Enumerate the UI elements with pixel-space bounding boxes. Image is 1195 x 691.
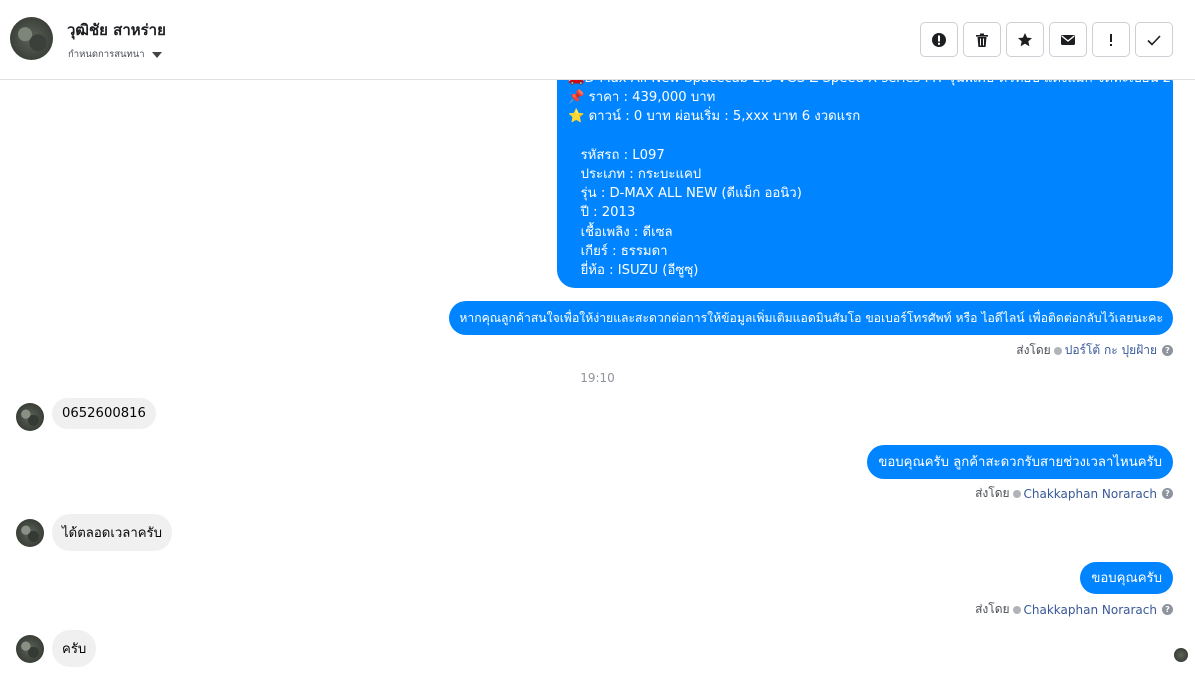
outgoing-message[interactable]: ขอบคุณครับ ลูกค้าสะดวกรับสายช่วงเวลาไหนค… xyxy=(867,445,1173,479)
trash-icon xyxy=(976,33,988,47)
listing-line: ⭐ ดาวน์ : 0 บาท ผ่อนเริ่ม : 5,xxx บาท 6 … xyxy=(568,109,861,125)
done-button[interactable] xyxy=(1135,22,1173,57)
contact-name[interactable]: วุฒิชัย สาหร่าย xyxy=(67,18,166,42)
listing-line: 🚗D-Max All New Spacecab 2.5 VGS Z Speed … xyxy=(568,80,1173,88)
conversation-header: วุฒิชัย สาหร่าย กำหนดการสนทนา xyxy=(0,0,1195,80)
request-contact-message[interactable]: หากคุณลูกค้าสนใจเพื่อให้ง่ายและสะดวกต่อก… xyxy=(449,301,1173,335)
contact-avatar-small[interactable] xyxy=(16,519,44,547)
delete-button[interactable] xyxy=(963,22,1001,57)
mark-unread-button[interactable] xyxy=(1049,22,1087,57)
seen-avatar-icon xyxy=(1174,648,1188,662)
help-icon[interactable]: ? xyxy=(1162,604,1173,615)
exclamation-circle-icon xyxy=(932,32,946,47)
contact-avatar[interactable] xyxy=(10,17,53,60)
listing-line: ประเภท : กระบะแคป xyxy=(568,166,702,182)
incoming-message[interactable]: 0652600816 xyxy=(52,398,156,429)
message-thread[interactable]: 🚗D-Max All New Spacecab 2.5 VGS Z Speed … xyxy=(0,80,1195,691)
listing-line: รหัสรถ : L097 xyxy=(568,147,665,163)
listing-line: ยี่ห้อ : ISUZU (อีซูซุ) xyxy=(568,262,699,278)
incoming-message[interactable]: ได้ตลอดเวลาครับ xyxy=(52,514,173,551)
sender-name[interactable]: Chakkaphan Norarach xyxy=(1024,603,1157,617)
conversation-actions xyxy=(920,22,1173,57)
sender-avatar-icon xyxy=(1012,605,1021,614)
sender-name[interactable]: Chakkaphan Norarach xyxy=(1024,487,1157,501)
conversation-schedule-dropdown[interactable]: กำหนดการสนทนา xyxy=(68,47,162,62)
listing-line: รุ่น : D-MAX ALL NEW (ดีแม็ก ออนิว) xyxy=(568,186,802,202)
help-icon[interactable]: ? xyxy=(1162,345,1173,356)
sent-by-line: ส่งโดย ปอร์โต้ กะ ปุยฝ้าย ? xyxy=(1016,341,1173,360)
sender-name[interactable]: ปอร์โต้ กะ ปุยฝ้าย xyxy=(1065,341,1157,360)
listing-line: เกียร์ : ธรรมดา xyxy=(568,243,668,259)
sent-by-line: ส่งโดย Chakkaphan Norarach ? xyxy=(975,600,1173,619)
contact-avatar-small[interactable] xyxy=(16,403,44,431)
check-icon xyxy=(1147,34,1161,46)
outgoing-message[interactable]: ขอบคุณครับ xyxy=(1080,562,1173,594)
sent-by-line: ส่งโดย Chakkaphan Norarach ? xyxy=(975,484,1173,503)
follow-up-button[interactable] xyxy=(1092,22,1130,57)
help-icon[interactable]: ? xyxy=(1162,488,1173,499)
sent-by-label: ส่งโดย xyxy=(975,486,1010,500)
listing-line xyxy=(568,127,1162,146)
chevron-down-icon xyxy=(151,51,162,58)
sent-by-label: ส่งโดย xyxy=(1016,343,1051,357)
report-spam-button[interactable] xyxy=(920,22,958,57)
sender-avatar-icon xyxy=(1012,489,1021,498)
envelope-icon xyxy=(1061,34,1075,45)
time-divider: 19:10 xyxy=(580,371,615,385)
sent-by-label: ส่งโดย xyxy=(975,602,1010,616)
star-icon xyxy=(1018,32,1032,46)
listing-line: เชื้อเพลิง : ดีเซล xyxy=(568,224,673,240)
schedule-label: กำหนดการสนทนา xyxy=(68,49,145,60)
sender-avatar-icon xyxy=(1053,346,1062,355)
incoming-message[interactable]: ครับ xyxy=(52,630,97,667)
listing-message[interactable]: 🚗D-Max All New Spacecab 2.5 VGS Z Speed … xyxy=(557,80,1173,288)
exclamation-icon xyxy=(1110,33,1112,46)
star-button[interactable] xyxy=(1006,22,1044,57)
listing-line: 📌 ราคา : 439,000 บาท xyxy=(568,90,716,106)
listing-line: ปี : 2013 xyxy=(568,205,636,221)
contact-avatar-small[interactable] xyxy=(16,635,44,663)
